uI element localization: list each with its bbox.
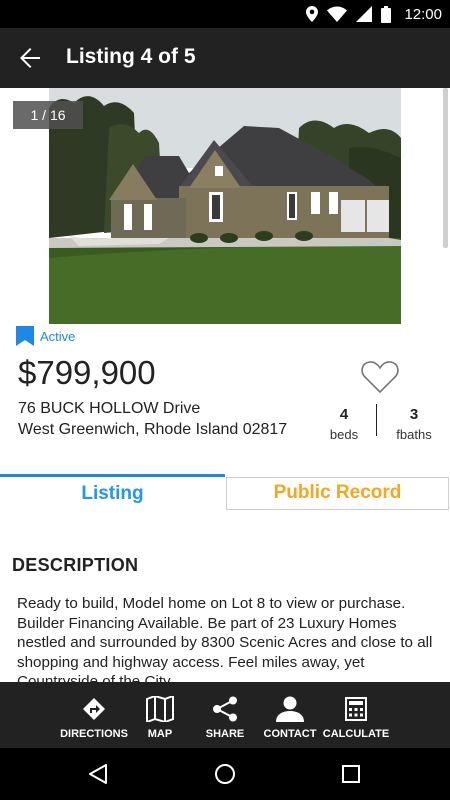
map-icon: [146, 696, 174, 722]
status-badge: Active: [40, 328, 76, 344]
baths-stat: 3 fbaths: [392, 406, 436, 442]
share-icon: [213, 696, 237, 722]
clock: 12:00: [404, 5, 442, 23]
listing-status: Active: [16, 326, 75, 346]
baths-label: fbaths: [396, 427, 432, 442]
share-label: SHARE: [205, 728, 245, 740]
status-bar: 12:00: [0, 0, 450, 28]
tab-listing[interactable]: Listing: [0, 474, 225, 512]
beds-count: 4: [339, 406, 349, 423]
map-label: MAP: [147, 728, 173, 740]
wifi-icon: [327, 6, 348, 22]
triangle-back-icon: [89, 764, 107, 784]
calculate-button[interactable]: CALCULATE: [322, 682, 390, 748]
share-button[interactable]: SHARE: [200, 682, 250, 748]
tab-bar: Listing Public Record: [0, 474, 450, 512]
square-recents-icon: [342, 765, 360, 783]
baths-count: 3: [409, 406, 419, 423]
address-line-2: West Greenwich, Rhode Island 02817: [18, 421, 288, 438]
photo-gallery[interactable]: 1 / 16: [0, 88, 450, 324]
favorite-button[interactable]: [360, 357, 400, 397]
contact-button[interactable]: CONTACT: [262, 682, 318, 748]
tab-public-record[interactable]: Public Record: [226, 477, 449, 510]
page-title: Listing 4 of 5: [66, 45, 196, 68]
listing-price: $799,900: [18, 354, 156, 391]
arrow-back-icon: [20, 48, 40, 68]
directions-button[interactable]: DIRECTIONS: [60, 682, 128, 748]
address-line-1: 76 BUCK HOLLOW Drive: [18, 400, 201, 417]
directions-label: DIRECTIONS: [60, 728, 128, 740]
circle-home-icon: [215, 764, 235, 784]
nav-back-button[interactable]: [84, 760, 112, 788]
stat-divider: [376, 404, 377, 436]
calculate-label: CALCULATE: [322, 728, 390, 740]
listing-photo[interactable]: [49, 88, 401, 324]
nav-recents-button[interactable]: [337, 760, 365, 788]
directions-icon: [83, 698, 105, 720]
location-icon: [306, 6, 319, 22]
description-text: Ready to build, Model home on Lot 8 to v…: [17, 595, 433, 686]
map-button[interactable]: MAP: [140, 682, 180, 748]
house-photo: [49, 88, 401, 324]
bookmark-icon: [16, 326, 34, 346]
action-bar: DIRECTIONS MAP SHARE CONTACT CALCULATE: [0, 682, 450, 748]
back-button[interactable]: [14, 42, 46, 74]
description-heading: DESCRIPTION: [12, 555, 139, 575]
calculator-icon: [345, 697, 367, 721]
heart-icon: [361, 361, 399, 394]
signal-icon: [356, 6, 373, 22]
app-bar: Listing 4 of 5: [0, 28, 450, 88]
photo-counter: 1 / 16: [13, 101, 83, 129]
beds-stat: 4 beds: [326, 406, 362, 442]
battery-icon: [381, 5, 392, 23]
system-nav-bar: [0, 748, 450, 800]
contact-label: CONTACT: [263, 728, 317, 740]
nav-home-button[interactable]: [211, 760, 239, 788]
scrollbar[interactable]: [443, 88, 448, 248]
person-icon: [276, 696, 304, 722]
beds-label: beds: [329, 427, 359, 442]
